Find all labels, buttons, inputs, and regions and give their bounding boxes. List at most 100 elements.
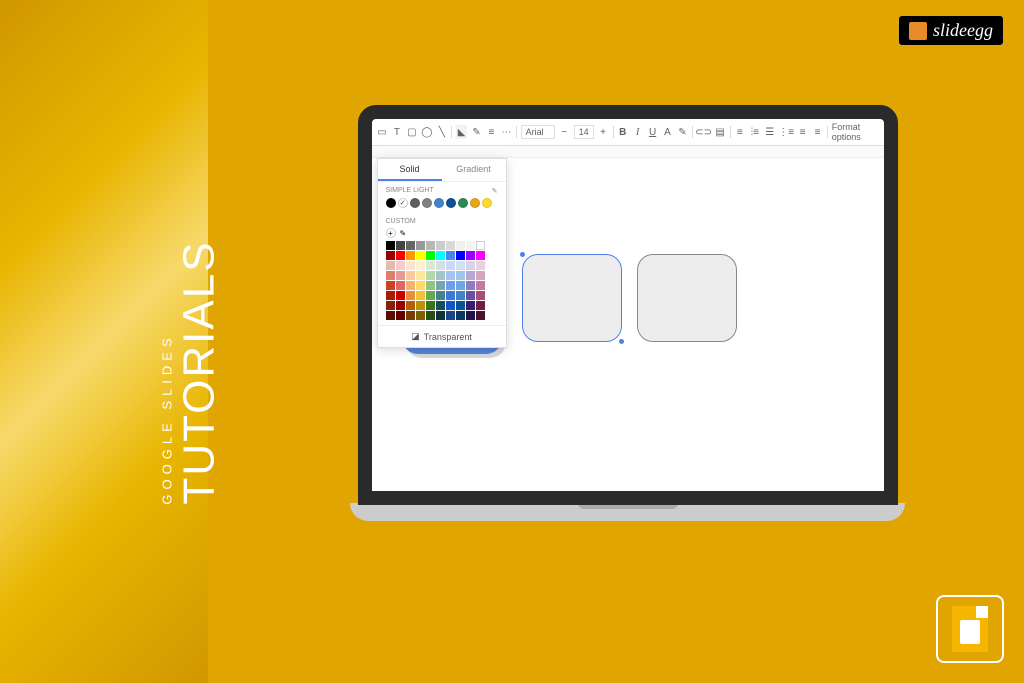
rounded-rect-shape-selected[interactable] [522, 254, 622, 342]
border-dash-icon[interactable]: ⋯ [501, 125, 512, 139]
palette-swatch[interactable] [466, 271, 475, 280]
palette-swatch[interactable] [466, 251, 475, 260]
theme-swatch[interactable] [470, 198, 480, 208]
line-tool-icon[interactable]: ╲ [436, 125, 447, 139]
palette-swatch[interactable] [416, 301, 425, 310]
palette-swatch[interactable] [476, 291, 485, 300]
palette-swatch[interactable] [406, 251, 415, 260]
palette-swatch[interactable] [406, 311, 415, 320]
palette-swatch[interactable] [426, 261, 435, 270]
tab-solid[interactable]: Solid [378, 159, 442, 181]
palette-swatch[interactable] [416, 291, 425, 300]
palette-swatch[interactable] [436, 261, 445, 270]
palette-swatch[interactable] [426, 271, 435, 280]
theme-swatch[interactable] [410, 198, 420, 208]
palette-swatch[interactable] [436, 301, 445, 310]
palette-swatch[interactable] [406, 261, 415, 270]
slide-canvas[interactable]: Solid Gradient SIMPLE LIGHT ✎ CUSTOM + ✎ [372, 158, 884, 502]
text-tool-icon[interactable]: T [391, 125, 402, 139]
palette-swatch[interactable] [456, 291, 465, 300]
palette-swatch[interactable] [466, 241, 475, 250]
align-icon[interactable]: ≡ [734, 125, 745, 139]
font-size-input[interactable]: 14 [574, 125, 594, 139]
palette-swatch[interactable] [426, 251, 435, 260]
palette-swatch[interactable] [476, 241, 485, 250]
shape-tool-icon[interactable]: ◯ [421, 125, 432, 139]
palette-swatch[interactable] [476, 281, 485, 290]
theme-swatch[interactable] [422, 198, 432, 208]
font-select[interactable]: Arial [521, 125, 555, 139]
theme-swatch[interactable] [482, 198, 492, 208]
palette-swatch[interactable] [436, 281, 445, 290]
palette-swatch[interactable] [396, 311, 405, 320]
palette-swatch[interactable] [446, 251, 455, 260]
palette-swatch[interactable] [426, 281, 435, 290]
palette-swatch[interactable] [396, 261, 405, 270]
palette-swatch[interactable] [456, 251, 465, 260]
palette-swatch[interactable] [396, 271, 405, 280]
palette-swatch[interactable] [426, 291, 435, 300]
bold-icon[interactable]: B [617, 125, 628, 139]
text-color-icon[interactable]: A [662, 125, 673, 139]
palette-swatch[interactable] [426, 241, 435, 250]
palette-swatch[interactable] [456, 271, 465, 280]
image-tool-icon[interactable]: ▢ [406, 125, 417, 139]
palette-swatch[interactable] [436, 291, 445, 300]
italic-icon[interactable]: I [632, 125, 643, 139]
palette-swatch[interactable] [386, 291, 395, 300]
palette-swatch[interactable] [476, 301, 485, 310]
palette-swatch[interactable] [456, 301, 465, 310]
palette-swatch[interactable] [396, 241, 405, 250]
edit-theme-icon[interactable]: ✎ [492, 187, 498, 195]
palette-swatch[interactable] [406, 241, 415, 250]
palette-swatch[interactable] [446, 261, 455, 270]
palette-swatch[interactable] [456, 281, 465, 290]
eyedropper-icon[interactable]: ✎ [400, 229, 407, 238]
theme-swatch[interactable] [398, 198, 408, 208]
palette-swatch[interactable] [456, 261, 465, 270]
palette-swatch[interactable] [416, 261, 425, 270]
palette-swatch[interactable] [386, 251, 395, 260]
select-tool-icon[interactable]: ▭ [377, 125, 388, 139]
palette-swatch[interactable] [416, 281, 425, 290]
highlight-icon[interactable]: ✎ [677, 125, 688, 139]
palette-swatch[interactable] [446, 311, 455, 320]
palette-swatch[interactable] [426, 301, 435, 310]
palette-swatch[interactable] [406, 271, 415, 280]
font-size-decrease[interactable]: − [559, 125, 570, 139]
palette-swatch[interactable] [396, 281, 405, 290]
palette-swatch[interactable] [406, 301, 415, 310]
palette-swatch[interactable] [416, 241, 425, 250]
palette-swatch[interactable] [386, 241, 395, 250]
theme-swatch[interactable] [446, 198, 456, 208]
tab-gradient[interactable]: Gradient [442, 159, 506, 181]
palette-swatch[interactable] [416, 251, 425, 260]
palette-swatch[interactable] [416, 311, 425, 320]
palette-swatch[interactable] [436, 271, 445, 280]
border-color-icon[interactable]: ✎ [471, 125, 482, 139]
palette-swatch[interactable] [396, 301, 405, 310]
palette-swatch[interactable] [476, 251, 485, 260]
list-icon[interactable]: ☰ [764, 125, 775, 139]
fill-color-icon[interactable]: ◣ [456, 125, 467, 139]
format-options-button[interactable]: Format options [832, 122, 879, 142]
palette-swatch[interactable] [456, 241, 465, 250]
palette-swatch[interactable] [446, 301, 455, 310]
palette-swatch[interactable] [466, 261, 475, 270]
palette-swatch[interactable] [436, 241, 445, 250]
palette-swatch[interactable] [476, 311, 485, 320]
palette-swatch[interactable] [476, 271, 485, 280]
indent-increase-icon[interactable]: ≡ [812, 125, 823, 139]
theme-swatch[interactable] [458, 198, 468, 208]
palette-swatch[interactable] [466, 311, 475, 320]
palette-swatch[interactable] [446, 281, 455, 290]
palette-swatch[interactable] [386, 311, 395, 320]
spacing-icon[interactable]: ⫶≡ [749, 125, 760, 139]
rounded-rect-shape-grey[interactable] [637, 254, 737, 342]
palette-swatch[interactable] [386, 301, 395, 310]
palette-swatch[interactable] [426, 311, 435, 320]
comment-icon[interactable]: ▤ [715, 125, 726, 139]
palette-swatch[interactable] [446, 241, 455, 250]
palette-swatch[interactable] [466, 301, 475, 310]
font-size-increase[interactable]: + [598, 125, 609, 139]
